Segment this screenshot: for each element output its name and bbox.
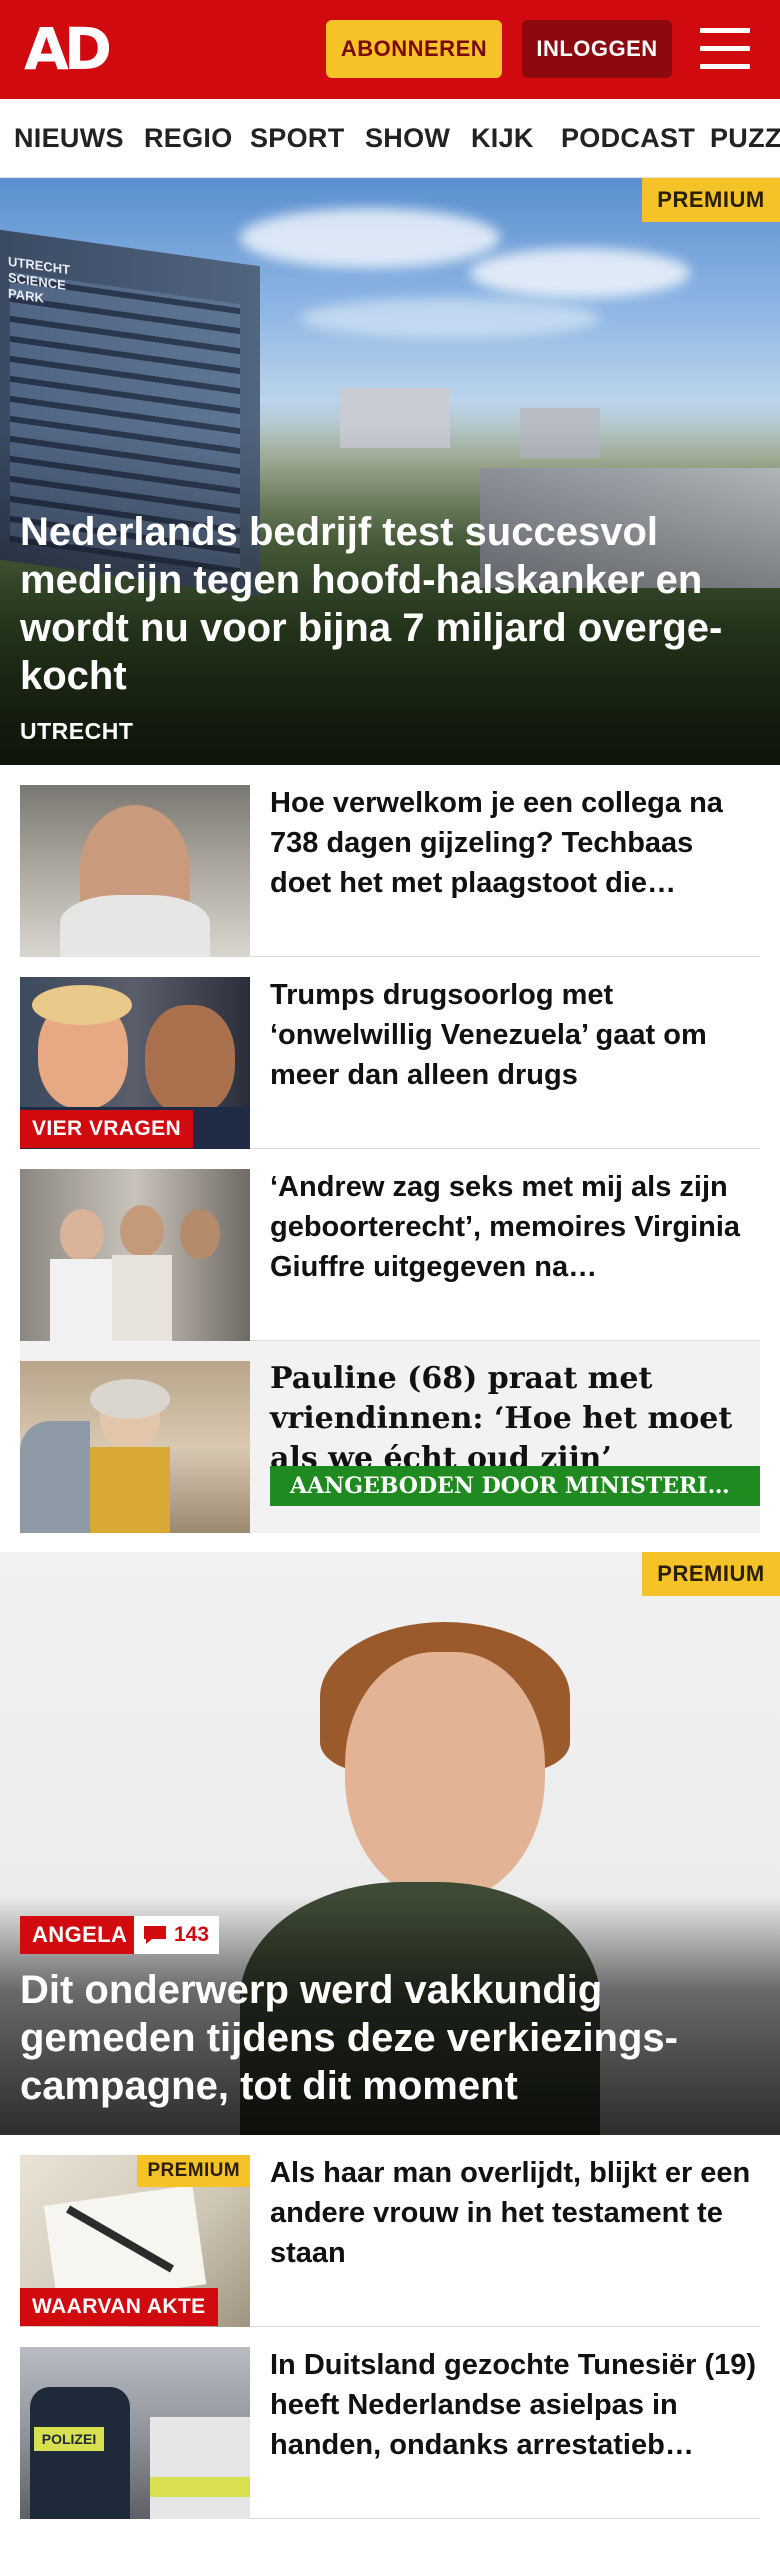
section-nav: NIEUWS REGIO SPORT SHOW KIJK PODCAST PUZ… — [0, 99, 780, 178]
hero-location: UTRECHT — [20, 718, 134, 744]
sponsored-list-item[interactable]: Pauline (68) praat met vriendinnen: ‘Hoe… — [20, 1341, 760, 1533]
article-headline[interactable]: Pauline (68) praat met vriendinnen: ‘Hoe… — [270, 1359, 760, 1479]
site-header: AD ABONNEREN INLOGGEN — [0, 0, 780, 99]
nav-item-puzzel[interactable]: PUZZ — [710, 99, 780, 177]
article-label: WAARVAN AKTE — [20, 2288, 218, 2326]
premium-badge: PREMIUM — [642, 1552, 780, 1596]
hamburger-menu-icon[interactable] — [700, 26, 752, 72]
article-headline[interactable]: Hoe verwelkom je een collega na 738 dage… — [270, 783, 760, 903]
nav-item-sport[interactable]: SPORT — [250, 99, 345, 177]
subscribe-button[interactable]: ABONNEREN — [326, 20, 502, 78]
list-item[interactable]: Hoe verwelkom je een collega na 738 dage… — [20, 765, 760, 957]
comment-icon — [142, 1924, 168, 1946]
feature-article[interactable]: PREMIUM ANGELA 143 Dit onderwerp werd va… — [0, 1552, 780, 2135]
article-thumbnail — [20, 1361, 250, 1533]
polizei-label: POLIZEI — [34, 2427, 104, 2451]
article-headline[interactable]: Als haar man overlijdt, blijkt er een an… — [270, 2153, 760, 2273]
article-thumbnail — [20, 785, 250, 957]
comment-count-badge[interactable]: 143 — [134, 1916, 220, 1954]
sponsor-label: AANGEBODEN DOOR MINISTERIE … — [270, 1466, 760, 1506]
hero-headline[interactable]: Nederlands bedrijf test succesvol medici… — [20, 508, 760, 700]
article-thumbnail: POLIZEI — [20, 2347, 250, 2519]
article-headline[interactable]: In Duitsland gezochte Tunesiër (19) heef… — [270, 2345, 760, 2465]
hero-article[interactable]: UTRECHT SCIENCE PARK PREMIUM Nederlands … — [0, 178, 780, 765]
premium-badge: PREMIUM — [642, 178, 780, 222]
nav-item-podcast[interactable]: PODCAST — [561, 99, 695, 177]
nav-item-nieuws[interactable]: NIEUWS — [14, 99, 124, 177]
list-item[interactable]: VIER VRAGEN Trumps drugsoorlog met ‘onwe… — [20, 957, 760, 1149]
feature-headline[interactable]: Dit onderwerp werd vakkundig gemeden tij… — [20, 1966, 760, 2110]
article-thumbnail — [20, 1169, 250, 1341]
nav-item-kijk[interactable]: KIJK — [471, 99, 534, 177]
list-item[interactable]: PREMIUM WAARVAN AKTE Als haar man overli… — [20, 2135, 760, 2327]
login-button[interactable]: INLOGGEN — [522, 20, 672, 78]
article-label: VIER VRAGEN — [20, 1110, 194, 1148]
list-item[interactable]: ‘Andrew zag seks met mij als zijn geboor… — [20, 1149, 760, 1341]
nav-item-regio[interactable]: REGIO — [144, 99, 233, 177]
ad-logo[interactable]: AD — [24, 20, 116, 78]
column-tag[interactable]: ANGELA — [20, 1916, 140, 1954]
list-item[interactable]: POLIZEI In Duitsland gezochte Tunesiër (… — [20, 2327, 760, 2519]
nav-item-show[interactable]: SHOW — [365, 99, 450, 177]
premium-badge: PREMIUM — [137, 2155, 250, 2187]
article-headline[interactable]: Trumps drugsoorlog met ‘onwelwillig Vene… — [270, 975, 760, 1095]
comment-count: 143 — [174, 1923, 210, 1946]
article-headline[interactable]: ‘Andrew zag seks met mij als zijn geboor… — [270, 1167, 760, 1287]
